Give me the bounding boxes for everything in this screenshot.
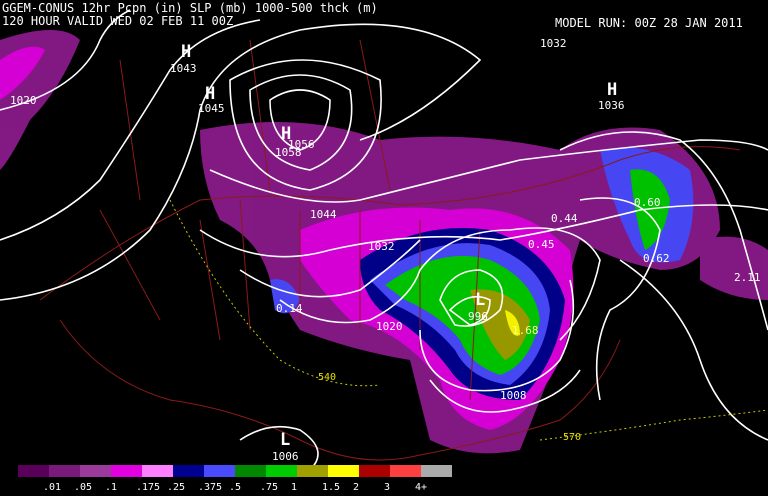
legend-swatch [421, 465, 452, 477]
precip-max-value: 0.60 [634, 196, 661, 209]
legend-swatch [111, 465, 142, 477]
isobar-label: 1044 [310, 208, 337, 221]
legend-tick-label: .375 [198, 482, 223, 493]
model-run: MODEL RUN: 00Z 28 JAN 2011 [555, 16, 743, 30]
legend-swatch [266, 465, 297, 477]
legend-swatch [49, 465, 80, 477]
legend-tick-label: .25 [167, 482, 186, 493]
high-pressure-center: H [205, 84, 216, 104]
legend-swatch [80, 465, 111, 477]
legend-swatch [328, 465, 359, 477]
legend-swatch [18, 465, 49, 477]
legend-swatch [235, 465, 266, 477]
precip-max-value: 0.62 [643, 252, 670, 265]
precip-max-value: 2.11 [734, 271, 761, 284]
legend-swatch [359, 465, 390, 477]
low-pressure-center: L [280, 430, 291, 450]
thickness-label: 570 [563, 432, 582, 443]
legend-tick-label: .1 [105, 482, 118, 493]
legend-tick-label: 1.5 [322, 482, 341, 493]
precip-max-value: 0.45 [528, 238, 555, 251]
legend-tick-label: 1 [291, 482, 298, 493]
thickness-label: 540 [318, 372, 337, 383]
legend-tick-label: .01 [43, 482, 62, 493]
pressure-value: 1036 [598, 99, 625, 112]
legend-tick-label: .5 [229, 482, 242, 493]
legend-swatch [390, 465, 421, 477]
legend-tick-label: .75 [260, 482, 279, 493]
precip-legend [18, 465, 452, 477]
legend-swatch [173, 465, 204, 477]
isobar-label: 1032 [540, 37, 567, 50]
legend-swatch [204, 465, 235, 477]
legend-swatch [142, 465, 173, 477]
weather-map: GGEM-CONUS 12hr Pcpn (in) SLP (mb) 1000-… [0, 0, 768, 496]
pressure-value: 1045 [198, 102, 225, 115]
pressure-value: 996 [468, 310, 488, 323]
pressure-value: 1043 [170, 62, 197, 75]
legend-tick-label: 2 [353, 482, 360, 493]
precip-max-value: 1.68 [512, 324, 539, 337]
precip-max-value: 0.44 [551, 212, 578, 225]
pressure-value: 1058 [275, 146, 302, 159]
high-pressure-center: H [607, 80, 618, 100]
legend-tick-label: 4+ [415, 482, 428, 493]
legend-tick-label: .05 [74, 482, 93, 493]
high-pressure-center: H [181, 42, 192, 62]
pressure-value: 1006 [272, 450, 299, 463]
legend-tick-label: 3 [384, 482, 391, 493]
legend-swatch [297, 465, 328, 477]
valid-time: 120 HOUR VALID WED 02 FEB 11 00Z [2, 14, 234, 28]
isobar-label: 1020 [10, 94, 37, 107]
precip-max-value: 0.14 [276, 302, 303, 315]
isobar-label: 1020 [376, 320, 403, 333]
legend-tick-label: .175 [136, 482, 161, 493]
isobar-label: 1032 [368, 240, 395, 253]
low-pressure-center: L [475, 290, 486, 310]
isobar-label: 1008 [500, 389, 527, 402]
